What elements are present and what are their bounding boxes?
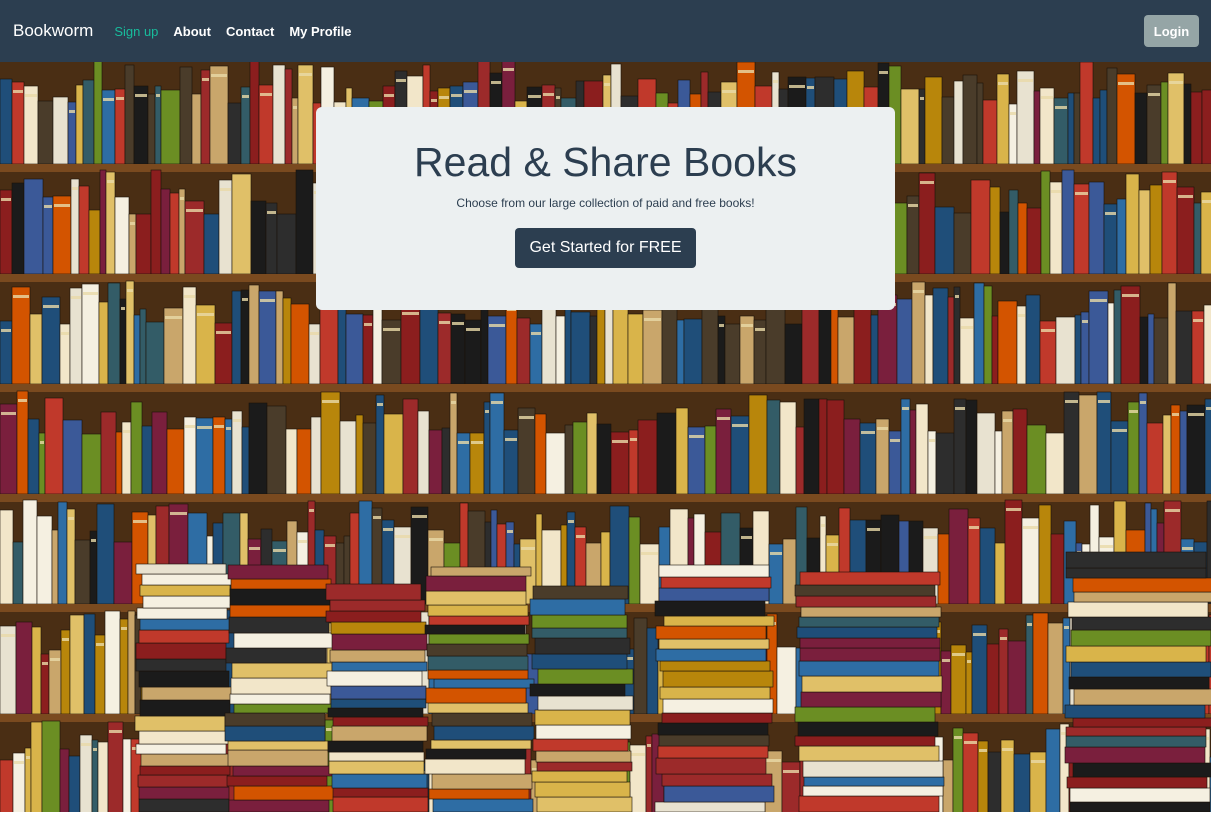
navbar: Bookworm Sign up About Contact My Profil…: [0, 0, 1211, 62]
get-started-button[interactable]: Get Started for FREE: [515, 228, 696, 268]
nav-link-my-profile[interactable]: My Profile: [289, 24, 351, 39]
jumbotron: Read & Share Books Choose from our large…: [316, 107, 895, 310]
login-button[interactable]: Login: [1144, 15, 1199, 47]
nav-link-contact[interactable]: Contact: [226, 24, 274, 39]
hero-title: Read & Share Books: [414, 139, 797, 185]
nav-link-about[interactable]: About: [173, 24, 211, 39]
nav-link-sign-up[interactable]: Sign up: [114, 24, 158, 39]
brand-logo[interactable]: Bookworm: [13, 21, 93, 41]
hero-subtitle: Choose from our large collection of paid…: [456, 196, 755, 210]
